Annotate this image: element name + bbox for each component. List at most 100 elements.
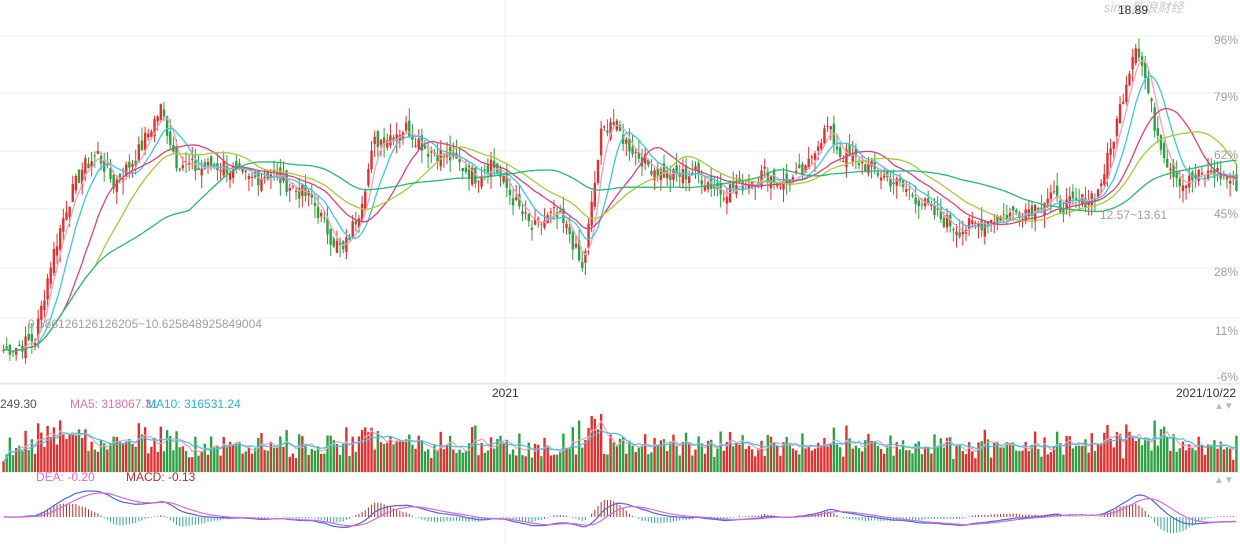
candle	[247, 173, 251, 192]
volume-bar	[769, 436, 773, 472]
volume-bar	[125, 441, 128, 472]
candle-body	[917, 200, 920, 207]
candle	[398, 129, 402, 149]
candle-body	[914, 197, 917, 205]
volume-bar	[379, 442, 383, 472]
candle-body	[291, 186, 295, 188]
volume-bar	[250, 453, 254, 472]
candle-body	[625, 139, 628, 144]
candle-body	[354, 220, 358, 225]
candle-body	[43, 300, 46, 311]
volume-bar	[908, 450, 911, 472]
candle-body	[147, 133, 150, 138]
candle-body	[477, 180, 480, 182]
volume-bar	[1206, 444, 1210, 472]
candle	[329, 228, 332, 256]
volume-bar	[533, 443, 537, 472]
candle-body	[1228, 180, 1232, 184]
candle	[373, 130, 376, 158]
volume-bar	[515, 455, 518, 472]
volume-bar	[143, 427, 147, 472]
candle-body	[665, 170, 669, 179]
volume-bar	[942, 447, 946, 472]
candle	[294, 186, 298, 200]
volume-bar	[584, 439, 587, 472]
volume-bar	[565, 448, 568, 472]
volume-bar	[609, 434, 612, 472]
candle	[178, 167, 181, 172]
candle	[502, 175, 505, 185]
candle-body	[464, 167, 468, 172]
candle	[153, 115, 156, 143]
volume-bar	[313, 450, 317, 472]
volume-bar	[489, 437, 493, 472]
volume-bar	[150, 446, 153, 472]
volume-bar	[508, 454, 512, 472]
volume-bar	[96, 451, 100, 472]
volume-bar	[404, 439, 408, 472]
volume-bar	[1131, 436, 1134, 472]
volume-bar	[772, 442, 776, 472]
candle-body	[1156, 127, 1160, 136]
candle-body	[669, 174, 672, 180]
volume-bar	[1055, 431, 1059, 472]
volume-bar	[524, 456, 527, 472]
volume-bar	[87, 450, 90, 472]
volume-bar	[904, 450, 908, 472]
candle-body	[1115, 118, 1119, 137]
volume-bar	[452, 449, 455, 472]
volume-bar	[165, 430, 169, 472]
candle	[782, 167, 785, 203]
volume-bar	[62, 433, 65, 472]
candle	[952, 227, 955, 242]
candle-body	[49, 267, 52, 284]
candle	[1071, 184, 1075, 206]
volume-bar	[927, 447, 930, 472]
volume-bar	[162, 451, 166, 472]
candle-body	[552, 207, 556, 209]
volume-bar	[930, 453, 933, 472]
candle-body	[1169, 168, 1172, 171]
candle	[735, 174, 738, 199]
candle	[656, 161, 659, 183]
candle	[949, 211, 952, 233]
candle-body	[250, 176, 254, 178]
candle	[1096, 188, 1100, 202]
candle-body	[835, 146, 839, 150]
volume-bar	[656, 445, 659, 472]
volume-settings-icon[interactable]: ▲▼	[1214, 401, 1234, 412]
candle-body	[417, 138, 420, 149]
candle-body	[1122, 101, 1125, 104]
volume-bar	[194, 436, 197, 472]
candle-body	[823, 128, 826, 144]
candle-body	[1175, 172, 1178, 178]
candle	[798, 153, 801, 169]
volume-bar	[1166, 436, 1169, 472]
volume-bar	[279, 436, 282, 472]
volume-bar	[738, 444, 741, 472]
candle	[414, 137, 417, 148]
candle-body	[565, 223, 568, 228]
volume-bar	[785, 436, 788, 472]
price-panel	[2, 38, 1238, 364]
candle	[911, 192, 914, 198]
candle	[288, 183, 291, 203]
candle	[172, 136, 175, 154]
candle	[521, 203, 524, 222]
candle	[18, 340, 21, 347]
candle	[917, 197, 920, 220]
volume-bar	[703, 453, 707, 472]
panel-controls[interactable]: ▲▼ ▲▼	[1214, 401, 1234, 486]
volume-bar	[448, 435, 452, 472]
volume-bar	[1210, 444, 1213, 472]
candle-body	[313, 202, 317, 206]
candle	[1125, 75, 1128, 106]
x-label-2021: 2021	[492, 386, 519, 400]
volume-bar	[612, 442, 615, 472]
volume-bar	[348, 455, 351, 472]
candle	[606, 119, 609, 137]
volume-bar	[1109, 438, 1112, 472]
macd-settings-icon[interactable]: ▲▼	[1214, 475, 1234, 486]
volume-bar	[744, 448, 748, 472]
volume-bar	[282, 446, 285, 472]
